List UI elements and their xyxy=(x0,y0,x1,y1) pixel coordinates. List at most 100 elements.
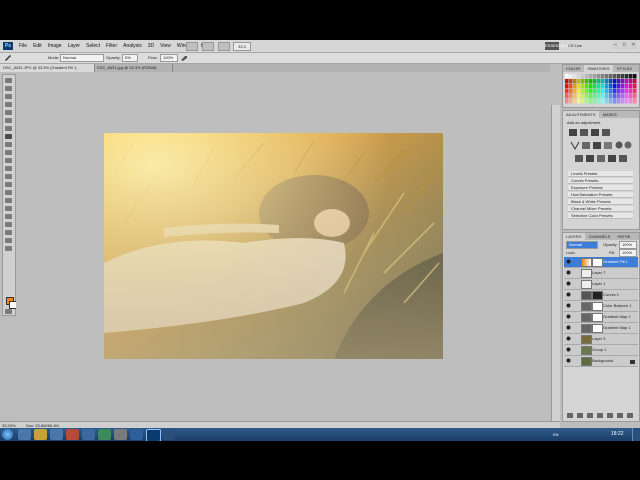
app-taskbar-icon-2[interactable] xyxy=(82,429,95,440)
menu-image[interactable]: Image xyxy=(45,40,65,52)
layer-layer-1[interactable]: Layer 1 xyxy=(564,279,638,290)
swatch-cell[interactable] xyxy=(621,84,625,89)
dodge-tool-icon[interactable] xyxy=(5,182,12,187)
swatch-cell[interactable] xyxy=(569,74,573,79)
swatch-cell[interactable] xyxy=(597,89,601,94)
menu-edit[interactable]: Edit xyxy=(30,40,45,52)
swatch-cell[interactable] xyxy=(569,99,573,104)
swatch-cell[interactable] xyxy=(617,74,621,79)
swatch-cell[interactable] xyxy=(585,99,589,104)
swatch-cell[interactable] xyxy=(581,94,585,99)
swatch-cell[interactable] xyxy=(573,89,577,94)
swatch-cell[interactable] xyxy=(625,74,629,79)
blur-tool-icon[interactable] xyxy=(5,174,12,179)
history-brush-tool-icon[interactable] xyxy=(5,150,12,155)
swatch-cell[interactable] xyxy=(565,74,569,79)
swatch-cell[interactable] xyxy=(633,99,637,104)
swatch-cell[interactable] xyxy=(601,79,605,84)
swatch-cell[interactable] xyxy=(625,84,629,89)
eraser-tool-icon[interactable] xyxy=(5,158,12,163)
swatch-cell[interactable] xyxy=(589,89,593,94)
visibility-eye-icon[interactable] xyxy=(566,281,571,286)
swatch-cell[interactable] xyxy=(613,79,617,84)
swatch-cell[interactable] xyxy=(573,94,577,99)
swatch-cell[interactable] xyxy=(613,99,617,104)
swatch-cell[interactable] xyxy=(609,89,613,94)
internet-explorer-taskbar-icon[interactable] xyxy=(18,429,31,440)
swatch-cell[interactable] xyxy=(577,94,581,99)
start-button-icon[interactable] xyxy=(2,429,13,440)
menu-analysis[interactable]: Analysis xyxy=(120,40,145,52)
swatch-cell[interactable] xyxy=(629,89,633,94)
swatch-cell[interactable] xyxy=(585,79,589,84)
swatch-cell[interactable] xyxy=(601,74,605,79)
layer-opacity-input[interactable]: 100% xyxy=(619,241,637,249)
swatch-cell[interactable] xyxy=(617,89,621,94)
explorer-taskbar-icon[interactable] xyxy=(34,429,47,440)
swatch-cell[interactable] xyxy=(581,99,585,104)
swatch-cell[interactable] xyxy=(625,79,629,84)
swatch-cell[interactable] xyxy=(625,94,629,99)
swatch-cell[interactable] xyxy=(569,94,573,99)
swatch-cell[interactable] xyxy=(585,74,589,79)
tab-styles[interactable]: STYLES xyxy=(614,66,635,71)
3d-camera-tool-icon[interactable] xyxy=(5,230,12,235)
swatch-cell[interactable] xyxy=(605,74,609,79)
swatch-cell[interactable] xyxy=(565,89,569,94)
swatch-cell[interactable] xyxy=(573,99,577,104)
swatch-cell[interactable] xyxy=(613,94,617,99)
opacity-input[interactable]: 5% xyxy=(122,54,138,62)
swatch-cell[interactable] xyxy=(609,74,613,79)
black-white-icon[interactable] xyxy=(604,142,612,149)
swatch-cell[interactable] xyxy=(617,79,621,84)
swatch-cell[interactable] xyxy=(573,84,577,89)
selective-color-icon[interactable] xyxy=(619,155,627,162)
visibility-eye-icon[interactable] xyxy=(566,347,571,352)
swatch-cell[interactable] xyxy=(609,84,613,89)
new-group-icon[interactable] xyxy=(607,413,613,418)
blend-mode-select[interactable]: Normal xyxy=(566,241,598,249)
swatch-cell[interactable] xyxy=(613,74,617,79)
vertical-scrollbar[interactable] xyxy=(551,105,560,465)
layer-layer-3[interactable]: Layer 3 xyxy=(564,334,638,345)
swatch-cell[interactable] xyxy=(601,99,605,104)
swatch-cell[interactable] xyxy=(597,94,601,99)
gradient-map-icon[interactable] xyxy=(608,155,616,162)
swatch-cell[interactable] xyxy=(569,79,573,84)
swatch-cell[interactable] xyxy=(605,94,609,99)
layer-color-balance-1[interactable]: Color Balance 1 xyxy=(564,301,638,312)
swatch-cell[interactable] xyxy=(601,94,605,99)
levels-icon[interactable] xyxy=(580,129,588,136)
swatch-cell[interactable] xyxy=(601,89,605,94)
new-adjustment-icon[interactable] xyxy=(597,413,603,418)
brush-tool-icon[interactable] xyxy=(5,134,12,139)
marquee-tool-icon[interactable] xyxy=(5,86,12,91)
preset-hue-saturation[interactable]: Hue/Saturation Presets xyxy=(568,192,633,198)
3d-rotate-tool-icon[interactable] xyxy=(5,222,12,227)
swatch-cell[interactable] xyxy=(613,84,617,89)
swatch-cell[interactable] xyxy=(597,74,601,79)
visibility-eye-icon[interactable] xyxy=(566,336,571,341)
swatch-cell[interactable] xyxy=(629,94,633,99)
swatch-cell[interactable] xyxy=(581,84,585,89)
swatch-cell[interactable] xyxy=(573,74,577,79)
tab-swatches[interactable]: SWATCHES xyxy=(584,65,613,72)
swatch-cell[interactable] xyxy=(593,79,597,84)
swatch-grid[interactable] xyxy=(565,74,637,105)
move-tool-icon[interactable] xyxy=(5,78,12,83)
zoom-level[interactable]: 33.3 xyxy=(233,42,251,51)
crop-tool-icon[interactable] xyxy=(5,110,12,115)
airbrush-icon[interactable] xyxy=(180,54,188,61)
swatch-cell[interactable] xyxy=(633,79,637,84)
layer-gradient-map-2[interactable]: Gradient Map 2 xyxy=(564,312,638,323)
swatch-cell[interactable] xyxy=(613,89,617,94)
brush-icon[interactable] xyxy=(4,54,12,61)
tab-document-1[interactable]: DSC_8431.JPG @ 33.3% (Gradient Fill 1, R… xyxy=(0,64,95,78)
swatch-cell[interactable] xyxy=(577,74,581,79)
swatch-cell[interactable] xyxy=(609,94,613,99)
visibility-eye-icon[interactable] xyxy=(566,314,571,319)
swatch-cell[interactable] xyxy=(609,99,613,104)
lasso-tool-icon[interactable] xyxy=(5,94,12,99)
swatch-cell[interactable] xyxy=(593,74,597,79)
quick-mask-icon[interactable] xyxy=(5,309,12,314)
